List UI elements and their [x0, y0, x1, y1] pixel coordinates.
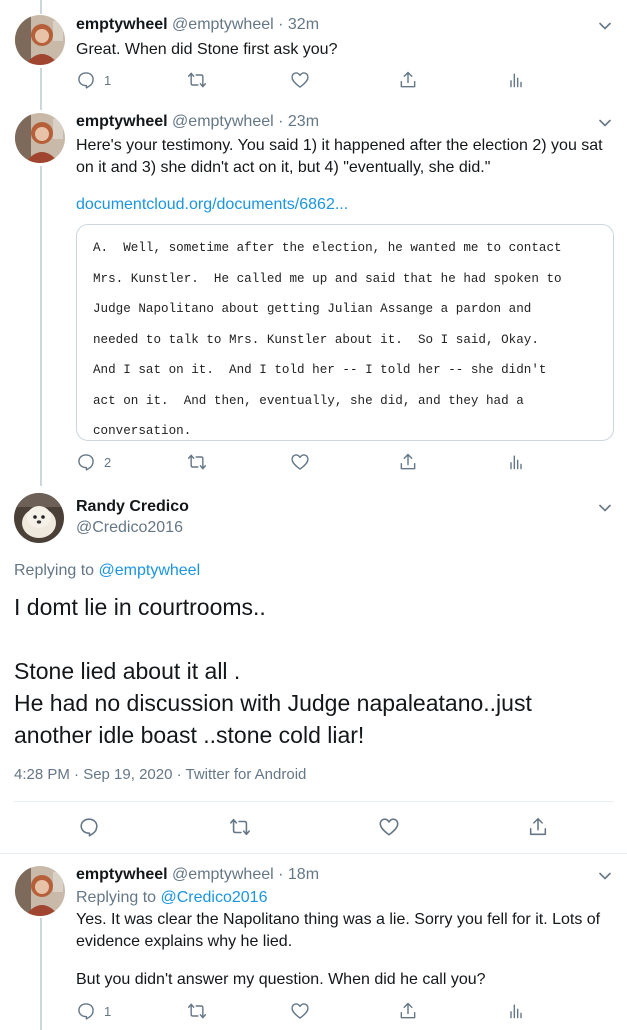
share-icon: [400, 1002, 416, 1019]
author-name[interactable]: emptywheel: [76, 113, 168, 130]
reply-icon: [78, 72, 94, 89]
reply-count: 1: [104, 1003, 112, 1019]
analytics-button[interactable]: [506, 1000, 526, 1022]
testimony-line: act on it. And then, eventually, she did…: [93, 393, 524, 408]
retweet-icon: [187, 1003, 207, 1019]
tweet-2-actions: 2: [76, 451, 536, 473]
reply-button[interactable]: 2: [76, 451, 111, 473]
author-name[interactable]: Randy Credico: [76, 498, 189, 516]
replying-prefix: Replying to: [14, 562, 99, 579]
avatar-emptywheel[interactable]: [15, 113, 65, 163]
divider: [14, 801, 613, 802]
thread-line: [40, 918, 42, 1030]
analytics-icon: [510, 1004, 522, 1019]
share-button[interactable]: [527, 816, 549, 838]
chevron-down-icon[interactable]: [597, 18, 613, 34]
author-name[interactable]: emptywheel: [76, 866, 168, 883]
testimony-line: conversation.: [93, 424, 192, 438]
main-tweet-line: another idle boast ..stone cold liar!: [14, 722, 365, 748]
tweet-time[interactable]: · 23m: [278, 113, 319, 130]
main-tweet-line: I domt lie in courtrooms..: [14, 594, 266, 620]
reply-tweet-text: But you didn't answer my question. When …: [76, 971, 486, 988]
thread-line: [40, 68, 42, 110]
like-button[interactable]: [290, 1000, 310, 1022]
testimony-line: Judge Napolitano about getting Julian As…: [93, 302, 532, 316]
reply-icon: [78, 1003, 94, 1020]
analytics-button[interactable]: [506, 69, 526, 91]
share-icon: [400, 71, 416, 88]
tweet-1-text: Great. When did Stone first ask you?: [76, 41, 338, 58]
share-button[interactable]: [398, 69, 418, 91]
retweet-icon: [187, 454, 207, 470]
reply-icon: [78, 454, 94, 471]
author-handle[interactable]: @emptywheel: [172, 866, 274, 883]
quoted-testimony-image[interactable]: A. Well, sometime after the election, he…: [76, 224, 614, 441]
reply-icon: [80, 818, 98, 837]
tweet-1-actions: 1: [76, 69, 536, 91]
reply-count: 1: [104, 72, 112, 88]
retweet-button[interactable]: [186, 69, 208, 91]
analytics-icon: [510, 455, 522, 470]
reply-tweet-header: emptywheel @emptywheel · 18m: [76, 866, 319, 884]
author-name[interactable]: emptywheel: [76, 16, 168, 33]
reply-button[interactable]: [78, 816, 100, 838]
tweet-time[interactable]: · 32m: [278, 16, 319, 33]
avatar-emptywheel[interactable]: [15, 15, 65, 65]
heart-icon: [379, 818, 399, 836]
retweet-button[interactable]: [186, 451, 208, 473]
replying-to-link[interactable]: @emptywheel: [99, 562, 201, 579]
reply-button[interactable]: 1: [76, 69, 111, 91]
reply-count: 2: [104, 454, 112, 470]
analytics-button[interactable]: [506, 451, 526, 473]
like-button[interactable]: [290, 69, 310, 91]
divider: [0, 853, 627, 854]
testimony-line: needed to talk to Mrs. Kunstler about it…: [93, 332, 539, 347]
main-tweet-line: He had no discussion with Judge napaleat…: [14, 690, 532, 716]
chevron-down-icon[interactable]: [597, 115, 613, 131]
thread-line: [40, 0, 42, 14]
reply-tweet-text: Yes. It was clear the Napolitano thing w…: [76, 911, 601, 950]
tweet-2-text: Here's your testimony. You said 1) it ha…: [76, 137, 603, 176]
tweet-2-header: emptywheel @emptywheel · 23m: [76, 113, 319, 131]
tweet-2-link[interactable]: documentcloud.org/documents/6862...: [76, 194, 616, 216]
share-icon: [529, 817, 547, 836]
like-button[interactable]: [378, 816, 400, 838]
reply-button[interactable]: 1: [76, 1000, 111, 1022]
retweet-icon: [187, 72, 207, 88]
author-handle[interactable]: @emptywheel: [172, 16, 274, 33]
replying-to: Replying to @Credico2016: [76, 887, 616, 909]
heart-icon: [291, 454, 309, 470]
avatar-emptywheel[interactable]: [15, 866, 65, 916]
avatar-credico[interactable]: [14, 493, 64, 543]
thread-line: [40, 166, 42, 486]
chevron-down-icon[interactable]: [597, 500, 613, 516]
tweet-1-header: emptywheel @emptywheel · 32m: [76, 16, 319, 34]
share-icon: [400, 453, 416, 470]
analytics-icon: [510, 73, 522, 88]
main-tweet-actions: [78, 816, 558, 838]
share-button[interactable]: [398, 451, 418, 473]
like-button[interactable]: [290, 451, 310, 473]
reply-tweet-actions: 1: [76, 1000, 536, 1022]
tweet-time[interactable]: · 18m: [278, 866, 319, 883]
replying-to: Replying to @emptywheel: [14, 562, 200, 580]
share-button[interactable]: [398, 1000, 418, 1022]
testimony-line: A. Well, sometime after the election, he…: [93, 241, 562, 255]
main-tweet-line: Stone lied about it all .: [14, 658, 241, 684]
replying-prefix: Replying to: [76, 889, 161, 906]
testimony-line: Mrs. Kunstler. He called me up and said …: [93, 271, 562, 286]
replying-to-link[interactable]: @Credico2016: [161, 889, 268, 906]
author-handle[interactable]: @Credico2016: [76, 519, 183, 537]
tweet-timestamp[interactable]: 4:28 PM · Sep 19, 2020 · Twitter for And…: [14, 766, 306, 783]
retweet-button[interactable]: [228, 816, 252, 838]
chevron-down-icon[interactable]: [597, 868, 613, 884]
retweet-button[interactable]: [186, 1000, 208, 1022]
heart-icon: [291, 1003, 309, 1019]
testimony-line: And I sat on it. And I told her -- I tol…: [93, 363, 547, 377]
retweet-icon: [230, 818, 250, 836]
heart-icon: [291, 72, 309, 88]
author-handle[interactable]: @emptywheel: [172, 113, 274, 130]
